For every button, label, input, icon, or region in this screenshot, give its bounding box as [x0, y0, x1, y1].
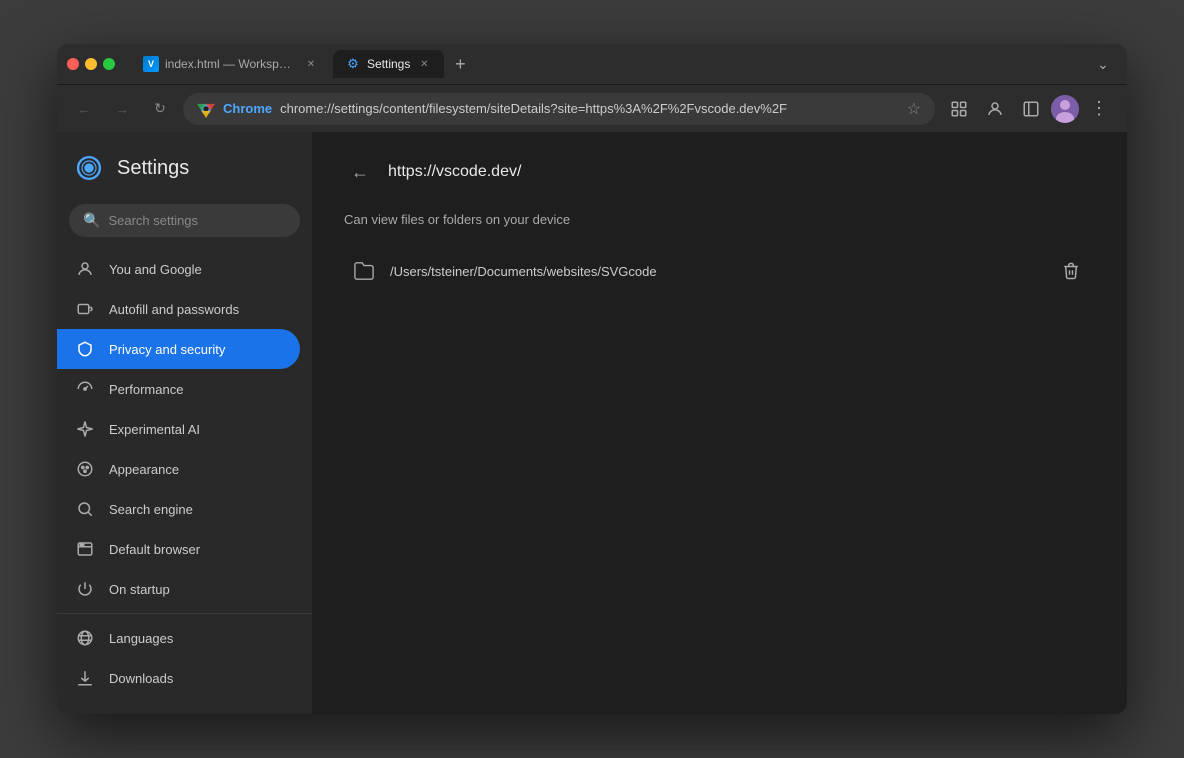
site-url-label: https://vscode.dev/ [388, 163, 521, 181]
person-icon [75, 259, 95, 279]
gear-icon: ⚙ [345, 56, 361, 72]
tab-vscode-label: index.html — Workspace — V [165, 57, 297, 71]
sidebar-divider [57, 613, 312, 614]
sidebar-header: Settings [57, 132, 312, 204]
new-tab-button[interactable]: + [446, 50, 474, 78]
tab-settings[interactable]: ⚙ Settings ✕ [333, 50, 444, 78]
browser-icon [75, 539, 95, 559]
sparkle-icon [75, 419, 95, 439]
reload-button[interactable]: ↻ [145, 94, 175, 124]
avatar[interactable] [1051, 95, 1079, 123]
download-icon [75, 668, 95, 688]
address-url-text: chrome://settings/content/filesystem/sit… [280, 101, 899, 116]
sidebar-toggle-button[interactable] [1015, 93, 1047, 125]
content-inner: ← https://vscode.dev/ Can view files or … [312, 132, 1127, 323]
sidebar-item-you-and-google[interactable]: You and Google [57, 249, 300, 289]
address-bar[interactable]: Chrome chrome://settings/content/filesys… [183, 93, 935, 125]
delete-file-button[interactable] [1055, 255, 1087, 287]
vscode-icon: V [143, 56, 159, 72]
sidebar-item-ai-label: Experimental AI [109, 422, 200, 437]
tab-vscode[interactable]: V index.html — Workspace — V ✕ [131, 50, 331, 78]
sidebar-item-performance[interactable]: Performance [57, 369, 300, 409]
sidebar-item-search-engine[interactable]: Search engine [57, 489, 300, 529]
sidebar-item-appearance-label: Appearance [109, 462, 179, 477]
chrome-brand-label: Chrome [223, 101, 272, 116]
search-settings-icon: 🔍 [83, 212, 100, 229]
search-settings-input[interactable]: Search settings [108, 213, 198, 228]
sidebar-item-you-and-google-label: You and Google [109, 262, 202, 277]
maximize-button[interactable] [103, 58, 115, 70]
sidebar-item-downloads[interactable]: Downloads [57, 658, 300, 698]
content-back-row: ← https://vscode.dev/ [344, 156, 1095, 188]
settings-logo-icon [73, 152, 105, 184]
sidebar-item-downloads-label: Downloads [109, 671, 173, 686]
shield-icon [75, 339, 95, 359]
sidebar-item-search-label: Search engine [109, 502, 193, 517]
tab-overflow-button[interactable]: ⌄ [1089, 50, 1117, 78]
key-icon [75, 299, 95, 319]
more-options-button[interactable]: ⋮ [1083, 93, 1115, 125]
content-back-button[interactable]: ← [344, 156, 376, 188]
globe-icon [75, 628, 95, 648]
forward-button[interactable]: → [107, 94, 137, 124]
sidebar-item-default-browser-label: Default browser [109, 542, 200, 557]
browser-window: V index.html — Workspace — V ✕ ⚙ Setting… [57, 44, 1127, 714]
toolbar: ← → ↻ Chrome chrome://settings/content/f… [57, 84, 1127, 132]
sidebar-item-default-browser[interactable]: Default browser [57, 529, 300, 569]
sidebar-item-autofill[interactable]: Autofill and passwords [57, 289, 300, 329]
extensions-button[interactable] [943, 93, 975, 125]
traffic-lights [67, 58, 115, 70]
minimize-button[interactable] [85, 58, 97, 70]
bookmark-star-icon[interactable]: ☆ [907, 99, 921, 119]
palette-icon [75, 459, 95, 479]
sidebar-item-privacy-security[interactable]: Privacy and security [57, 329, 300, 369]
sidebar-item-autofill-label: Autofill and passwords [109, 302, 239, 317]
tab-settings-label: Settings [367, 57, 410, 71]
sidebar: Settings 🔍 Search settings You and Googl… [57, 132, 312, 714]
settings-tab-icon: ⚙ [345, 56, 361, 72]
section-description: Can view files or folders on your device [344, 212, 1095, 227]
sidebar-item-appearance[interactable]: Appearance [57, 449, 300, 489]
content-area: ← https://vscode.dev/ Can view files or … [312, 132, 1127, 714]
profile-button[interactable] [979, 93, 1011, 125]
vscode-tab-icon: V [143, 56, 159, 72]
sidebar-item-performance-label: Performance [109, 382, 183, 397]
sidebar-item-startup-label: On startup [109, 582, 170, 597]
sidebar-item-on-startup[interactable]: On startup [57, 569, 300, 609]
sidebar-item-languages-label: Languages [109, 631, 173, 646]
tab-settings-close[interactable]: ✕ [416, 56, 432, 72]
sidebar-item-experimental-ai[interactable]: Experimental AI [57, 409, 300, 449]
close-button[interactable] [67, 58, 79, 70]
file-entry: /Users/tsteiner/Documents/websites/SVGco… [344, 243, 1095, 299]
back-button[interactable]: ← [69, 94, 99, 124]
gauge-icon [75, 379, 95, 399]
chrome-icon [197, 100, 215, 118]
sidebar-item-privacy-label: Privacy and security [109, 342, 225, 357]
search-settings-bar[interactable]: 🔍 Search settings [69, 204, 300, 237]
folder-icon [352, 261, 376, 281]
settings-page-title: Settings [117, 157, 189, 180]
tabs-area: V index.html — Workspace — V ✕ ⚙ Setting… [131, 50, 1117, 78]
toolbar-actions: ⋮ [943, 93, 1115, 125]
tab-vscode-close[interactable]: ✕ [303, 56, 319, 72]
main-area: Settings 🔍 Search settings You and Googl… [57, 132, 1127, 714]
sidebar-item-languages[interactable]: Languages [57, 618, 300, 658]
titlebar: V index.html — Workspace — V ✕ ⚙ Setting… [57, 44, 1127, 84]
power-icon [75, 579, 95, 599]
search-icon [75, 499, 95, 519]
file-path-text: /Users/tsteiner/Documents/websites/SVGco… [390, 264, 1041, 279]
